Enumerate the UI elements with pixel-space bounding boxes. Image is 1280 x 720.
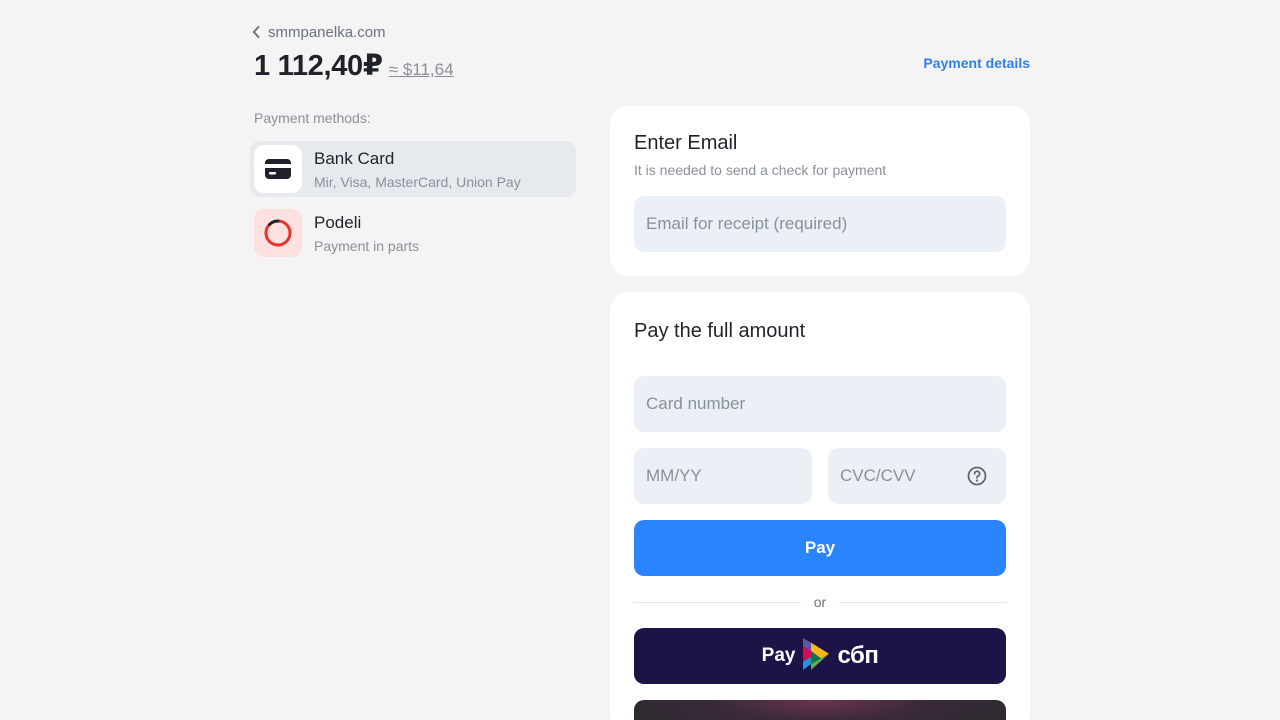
divider-line-right: [839, 602, 1006, 603]
back-link[interactable]: smmpanelka.com: [252, 22, 386, 42]
method-bank-card[interactable]: Bank Card Mir, Visa, MasterCard, Union P…: [250, 141, 576, 197]
method-subtitle: Mir, Visa, MasterCard, Union Pay: [314, 173, 521, 190]
merchant-name: smmpanelka.com: [268, 23, 386, 41]
pay-panel: Pay the full amount Pay or Pay: [610, 292, 1030, 720]
pay-button[interactable]: Pay: [634, 520, 1006, 576]
payment-methods-label: Payment methods:: [254, 110, 371, 126]
method-title: Podeli: [314, 212, 362, 232]
method-title: Bank Card: [314, 148, 395, 168]
pay-panel-title: Pay the full amount: [634, 320, 806, 342]
chevron-left-icon: [252, 26, 260, 38]
email-input[interactable]: [634, 196, 1006, 252]
email-panel-title: Enter Email: [634, 132, 738, 154]
credit-card-icon: [254, 145, 302, 193]
sbp-logo-icon: [803, 637, 830, 675]
email-panel-subtitle: It is needed to send a check for payment: [634, 162, 887, 178]
expiry-input[interactable]: [634, 448, 812, 504]
sbp-brand-text: сбп: [837, 642, 879, 669]
payment-page: smmpanelka.com 1 112,40₽ ≈ $11,64 Paymen…: [0, 0, 1280, 720]
approx-amount: ≈ $11,64: [388, 60, 454, 79]
method-podeli[interactable]: Podeli Payment in parts: [250, 205, 576, 261]
alternative-pay-button[interactable]: [634, 700, 1006, 720]
podeli-ring-icon: [254, 209, 302, 257]
card-number-input[interactable]: [634, 376, 1006, 432]
amount-row: 1 112,40₽ ≈ $11,64: [254, 48, 454, 84]
payment-details-link[interactable]: Payment details: [923, 55, 1030, 71]
payment-amount: 1 112,40₽: [254, 50, 383, 82]
method-subtitle: Payment in parts: [314, 237, 420, 254]
help-icon[interactable]: [967, 466, 987, 491]
email-panel: Enter Email It is needed to send a check…: [610, 106, 1030, 276]
sbp-pay-label: Pay: [761, 645, 796, 666]
sbp-pay-button[interactable]: Pay сбп: [634, 628, 1006, 684]
